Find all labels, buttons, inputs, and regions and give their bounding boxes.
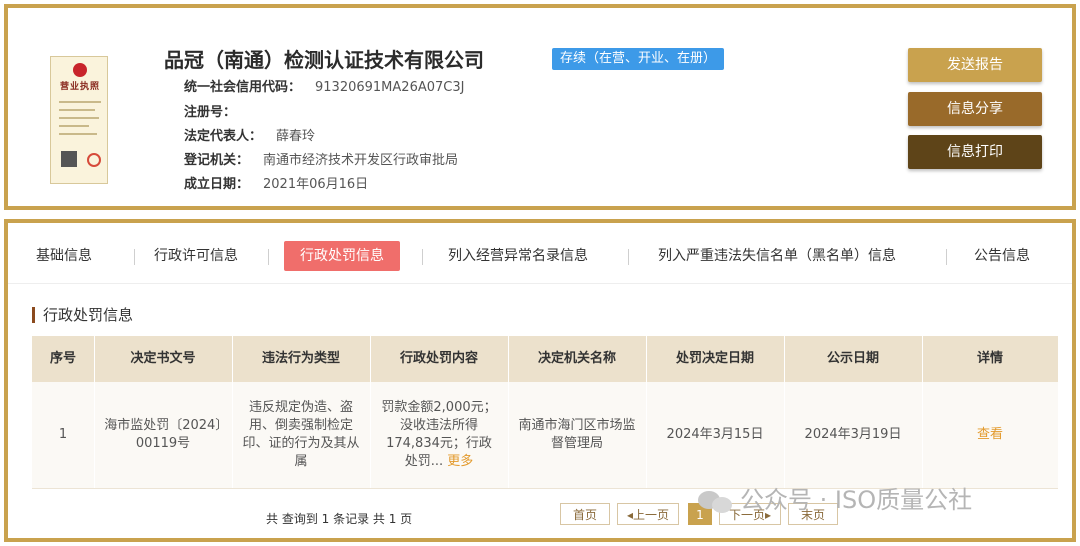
info-row-established-date: 成立日期： 2021年06月16日 (184, 173, 368, 192)
column-divider (784, 336, 785, 488)
prev-page-button[interactable]: ◂上一页 (617, 503, 679, 525)
column-divider (370, 336, 371, 488)
cell-publish-date: 2024年3月19日 (804, 427, 902, 442)
column-header: 详情 (976, 351, 1003, 366)
tab-separator (628, 249, 629, 265)
column-header: 决定书文号 (130, 351, 196, 366)
license-text-line (59, 125, 89, 127)
established-date-value: 2021年06月16日 (263, 177, 369, 192)
tab-separator (268, 249, 269, 265)
business-license-image[interactable]: 营业执照 (50, 56, 108, 184)
cell-violation-type: 违反规定伪造、盗用、倒卖强制检定印、证的行为及其从属 (242, 400, 360, 469)
license-text-line (59, 101, 101, 103)
watermark-text: 公众号 · ISO质量公社 (740, 486, 973, 514)
license-text-line (59, 133, 97, 135)
penalty-content-text: 罚款金额2,000元；没收违法所得174,834元；行政处罚... (381, 400, 497, 469)
credit-code-label: 统一社会信用代码： (184, 80, 302, 95)
view-detail-link[interactable]: 查看 (977, 426, 1003, 444)
column-divider (232, 336, 233, 488)
tab-bar: 基础信息 行政许可信息 行政处罚信息 列入经营异常名录信息 列入严重违法失信名单… (18, 241, 1068, 275)
info-row-credit-code: 统一社会信用代码： 91320691MA26A07C3J (184, 76, 464, 95)
established-date-label: 成立日期： (184, 177, 250, 192)
tab-divider (8, 283, 1072, 284)
share-info-button[interactable]: 信息分享 (908, 92, 1042, 126)
legal-rep-label: 法定代表人： (184, 129, 263, 144)
qr-code-icon (61, 151, 77, 167)
license-text-line (59, 117, 99, 119)
cell-index: 1 (58, 427, 68, 442)
registration-no-label: 注册号： (184, 105, 237, 120)
column-divider (508, 336, 509, 488)
cell-authority: 南通市海门区市场监督管理局 (518, 418, 636, 451)
info-row-legal-rep: 法定代表人： 薛春玲 (184, 125, 315, 144)
registration-authority-label: 登记机关： (184, 153, 250, 168)
legal-rep-value: 薛春玲 (276, 129, 316, 144)
info-row-registration-authority: 登记机关： 南通市经济技术开发区行政审批局 (184, 149, 458, 168)
column-header: 行政处罚内容 (399, 351, 478, 366)
watermark: 公众号 · ISO质量公社 (698, 480, 972, 515)
registration-authority-value: 南通市经济技术开发区行政审批局 (263, 153, 459, 168)
tab-abnormal-operation[interactable]: 列入经营异常名录信息 (448, 241, 588, 271)
status-badge: 存续（在营、开业、在册） (552, 48, 725, 70)
column-divider (94, 336, 95, 488)
pagination-summary: 共 查询到 1 条记录 共 1 页 (266, 512, 413, 526)
tab-separator (946, 249, 947, 265)
column-header: 序号 (49, 351, 76, 366)
company-summary-card: 营业执照 品冠（南通）检测认证技术有限公司 存续（在营、开业、在册） 统一社会信… (4, 4, 1076, 210)
column-header: 处罚决定日期 (675, 351, 754, 366)
national-emblem-icon (73, 63, 87, 77)
send-report-button[interactable]: 发送报告 (908, 48, 1042, 82)
section-title: 行政处罚信息 (32, 307, 133, 323)
column-divider (922, 336, 923, 488)
first-page-button[interactable]: 首页 (560, 503, 610, 525)
company-name: 品冠（南通）检测认证技术有限公司 (164, 48, 484, 72)
info-row-registration-no: 注册号： (184, 101, 250, 120)
cell-penalty-content: 罚款金额2,000元；没收违法所得174,834元；行政处罚... 更多 (370, 382, 508, 488)
prev-page-label: 上一页 (633, 508, 670, 522)
official-seal-icon (87, 153, 101, 167)
column-header: 决定机关名称 (537, 351, 616, 366)
column-header: 公示日期 (826, 351, 879, 366)
tab-separator (422, 249, 423, 265)
print-info-button[interactable]: 信息打印 (908, 135, 1042, 169)
table-row: 1 海市监处罚〔2024〕00119号 违反规定伪造、盗用、倒卖强制检定印、证的… (32, 382, 1058, 489)
tab-admin-license[interactable]: 行政许可信息 (154, 241, 238, 271)
tab-basic-info[interactable]: 基础信息 (36, 241, 92, 271)
more-link[interactable]: 更多 (447, 454, 473, 469)
column-header: 违法行为类型 (261, 351, 340, 366)
tab-admin-penalty[interactable]: 行政处罚信息 (284, 241, 400, 271)
table-header: 序号 决定书文号 违法行为类型 行政处罚内容 决定机关名称 处罚决定日期 公示日… (32, 336, 1058, 382)
cell-doc-number: 海市监处罚〔2024〕00119号 (104, 418, 222, 451)
tab-separator (134, 249, 135, 265)
wechat-icon (698, 489, 732, 513)
tab-blacklist[interactable]: 列入严重违法失信名单（黑名单）信息 (658, 241, 896, 271)
license-title: 营业执照 (59, 82, 100, 92)
tab-announcement[interactable]: 公告信息 (974, 241, 1030, 271)
column-divider (646, 336, 647, 488)
cell-decision-date: 2024年3月15日 (666, 427, 764, 442)
credit-code-value: 91320691MA26A07C3J (315, 80, 465, 95)
cell-detail: 查看 (922, 382, 1058, 488)
license-text-line (59, 109, 95, 111)
